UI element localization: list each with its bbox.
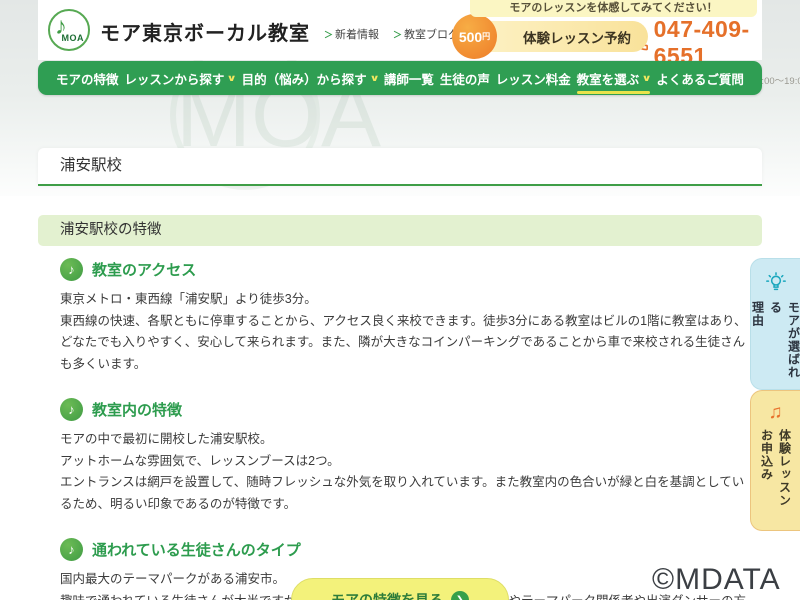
music-note-icon: ♪ <box>60 538 83 561</box>
page: MOA ♪ MOA モア東京ボーカル教室 ＞ 新着情報 ＞ 教室ブログ 500円… <box>0 0 800 600</box>
mdata-watermark: ©MDATA <box>652 563 781 597</box>
nav-label: 講師一覧 <box>384 69 434 88</box>
feature-title: 通われている生徒さんのタイプ <box>92 539 301 560</box>
chevron-down-icon: ∨ <box>642 73 652 84</box>
lightbulb-icon <box>764 271 788 294</box>
feature-sections: ♪ 教室のアクセス 東京メトロ・東西線「浦安駅」より徒歩3分。 東西線の快速、各… <box>60 258 752 600</box>
see-features-button[interactable]: モアの特徴を見る ❯ <box>291 578 509 600</box>
nav-item-search-by-purpose[interactable]: 目的（悩み）から探す ∨ <box>242 61 378 95</box>
nav-label: 教室を選ぶ <box>577 69 640 88</box>
page-title-card: 浦安駅校 <box>38 148 762 186</box>
page-title: 浦安駅校 <box>38 148 762 184</box>
nav-label: モアの特徴 <box>56 69 119 88</box>
link-blog-label: 教室ブログ <box>404 26 459 42</box>
feature-paragraph: モアの中で最初に開校した浦安駅校。 <box>60 429 752 451</box>
chevron-right-icon: ＞ <box>324 28 333 41</box>
nav-item-student-voices[interactable]: 生徒の声 <box>440 61 490 95</box>
link-news-label: 新着情報 <box>335 26 379 42</box>
feature-title: 教室のアクセス <box>92 259 196 280</box>
nav-label: レッスン料金 <box>496 69 571 88</box>
music-note-icon: ♪ <box>60 398 83 421</box>
feature-title: 教室内の特徴 <box>92 399 182 420</box>
nav-item-features[interactable]: モアの特徴 <box>56 61 119 95</box>
nav-label: よくあるご質問 <box>656 69 744 88</box>
main-nav: モアの特徴 レッスンから探す ∨ 目的（悩み）から探す ∨ 講師一覧 生徒の声 … <box>38 61 762 95</box>
nav-item-lesson-fees[interactable]: レッスン料金 <box>496 61 571 95</box>
section-heading-bar: 浦安駅校の特徴 <box>38 215 762 246</box>
link-blog[interactable]: ＞ 教室ブログ <box>393 26 459 42</box>
nav-label: 生徒の声 <box>440 69 490 88</box>
nav-item-instructors[interactable]: 講師一覧 <box>384 61 434 95</box>
brand-logo[interactable]: ♪ MOA <box>48 9 90 51</box>
side-tab-reasons-label: モアが選ばれる理由 <box>749 301 800 389</box>
feature-paragraph: 東京メトロ・東西線「浦安駅」より徒歩3分。 <box>60 289 752 311</box>
side-tab-trial-application[interactable]: ♫ 体験レッスンお申込み <box>750 390 800 531</box>
nav-label: 目的（悩み）から探す <box>242 69 367 88</box>
feature-paragraph: 東西線の快速、各駅ともに停車することから、アクセス良く来校できます。徒歩3分にあ… <box>60 311 752 376</box>
chevron-down-icon: ∨ <box>369 73 379 84</box>
side-tab-reasons[interactable]: モアが選ばれる理由 <box>750 258 800 390</box>
chevron-down-icon: ∨ <box>227 73 237 84</box>
feature-paragraph: エントランスは網戸を設置して、随時フレッシュな外気を取り入れています。また教室内… <box>60 472 752 515</box>
feature-classroom: ♪ 教室内の特徴 モアの中で最初に開校した浦安駅校。 アットホームな雰囲気で、レ… <box>60 398 752 515</box>
nav-label: レッスンから探す <box>124 69 224 88</box>
feature-paragraph: アットホームな雰囲気で、レッスンブースは2つ。 <box>60 451 752 473</box>
link-news[interactable]: ＞ 新着情報 <box>324 26 379 42</box>
feature-access: ♪ 教室のアクセス 東京メトロ・東西線「浦安駅」より徒歩3分。 東西線の快速、各… <box>60 258 752 375</box>
side-tab-trial-label: 体験レッスンお申込み <box>758 429 794 507</box>
top-banner: モアのレッスンを体感してみてください！ <box>470 0 757 17</box>
price-unit: 円 <box>482 31 490 42</box>
cta-label: モアの特徴を見る <box>331 590 443 600</box>
nav-item-faq[interactable]: よくあるご質問 <box>656 61 744 95</box>
arrow-right-icon: ❯ <box>451 591 469 600</box>
music-note-icon: ♪ <box>60 258 83 281</box>
music-note-icon: ♫ <box>768 403 782 422</box>
header-links: ＞ 新着情報 ＞ 教室ブログ <box>324 26 459 42</box>
nav-item-search-by-lesson[interactable]: レッスンから探す ∨ <box>124 61 235 95</box>
price-amount: 500 <box>459 29 482 45</box>
logo-initials: MOA <box>62 33 85 43</box>
price-badge: 500円 <box>452 14 497 59</box>
brand-title[interactable]: モア東京ボーカル教室 <box>100 17 310 46</box>
chevron-right-icon: ＞ <box>393 28 402 41</box>
nav-item-choose-classroom[interactable]: 教室を選ぶ ∨ <box>577 61 651 95</box>
